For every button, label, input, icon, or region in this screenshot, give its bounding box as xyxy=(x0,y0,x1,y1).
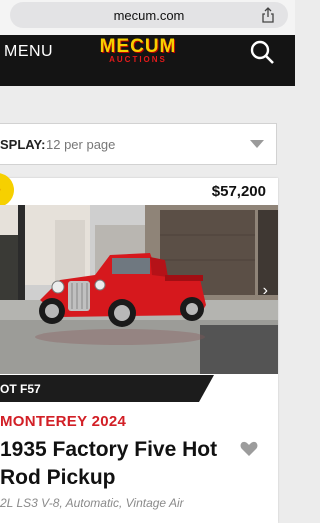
chevron-down-icon xyxy=(250,140,264,148)
site-header: MENU MECUM AUCTIONS xyxy=(0,35,295,86)
display-per-page-select[interactable]: SPLAY: 12 per page xyxy=(0,123,277,165)
url-field[interactable]: mecum.com xyxy=(10,2,288,28)
display-label: SPLAY: xyxy=(0,137,46,152)
logo-subtitle: AUCTIONS xyxy=(109,55,167,64)
logo-wordmark: MECUM xyxy=(99,36,177,57)
heart-icon[interactable] xyxy=(240,441,258,457)
auction-name[interactable]: MONTEREY 2024 xyxy=(0,413,126,430)
lot-number-bar: OT F57 xyxy=(0,375,278,402)
chevron-right-icon[interactable]: › xyxy=(263,282,268,300)
lot-card[interactable]: D $57,200 › OT F57 MONTEREY 2024 1935 Fa… xyxy=(0,166,278,523)
display-value: 12 per page xyxy=(46,137,116,152)
search-icon[interactable] xyxy=(249,39,275,65)
lot-price: $57,200 xyxy=(211,183,266,200)
lot-number: OT F57 xyxy=(0,382,41,396)
url-text: mecum.com xyxy=(113,8,185,23)
menu-button[interactable]: MENU xyxy=(4,43,53,61)
browser-address-bar: mecum.com xyxy=(0,0,295,35)
mecum-logo[interactable]: MECUM AUCTIONS xyxy=(95,36,181,66)
lot-subtitle: 2L LS3 V-8, Automatic, Vintage Air xyxy=(0,496,184,510)
share-icon[interactable] xyxy=(260,7,276,23)
vehicle-photo[interactable] xyxy=(0,205,278,374)
lot-number-ribbon: OT F57 xyxy=(0,375,214,402)
lot-title[interactable]: 1935 Factory Five Hot Rod Pickup xyxy=(0,436,232,492)
